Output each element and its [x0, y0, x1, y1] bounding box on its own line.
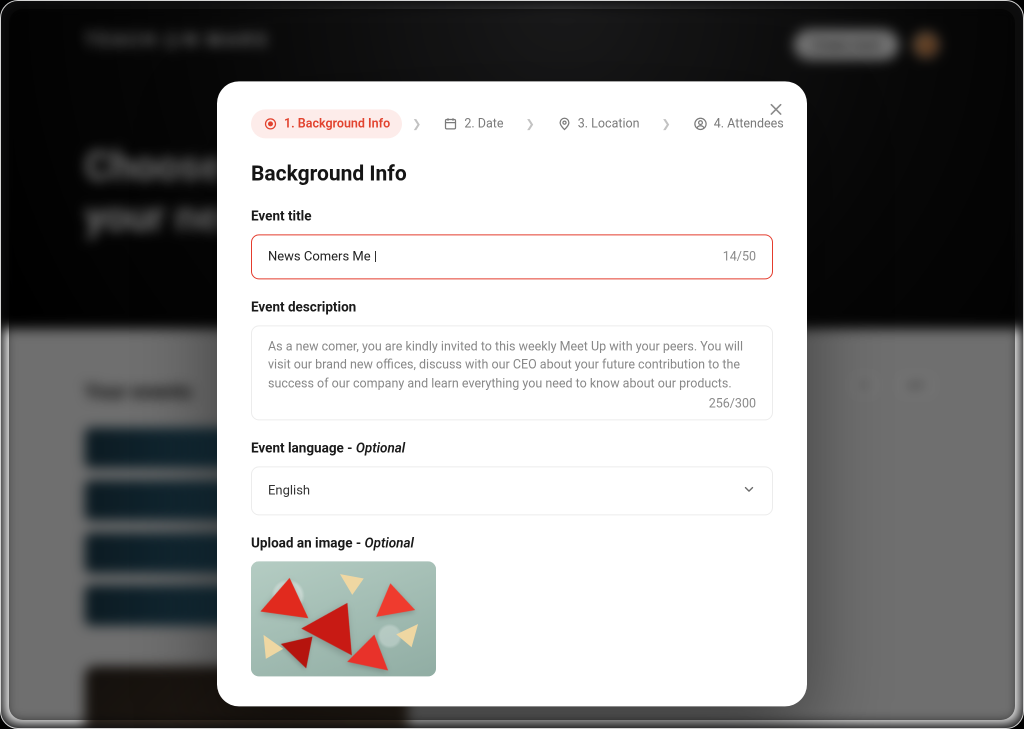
event-title-label: Event title [251, 208, 773, 224]
step-date[interactable]: 2. Date [431, 109, 515, 138]
field-upload-image: Upload an image - Optional [251, 535, 773, 676]
step-background-info[interactable]: 1. Background Info [251, 109, 402, 138]
event-title-input[interactable] [268, 249, 723, 264]
create-event-modal: 1. Background Info ❯ 2. Date ❯ 3. Locati… [217, 81, 807, 706]
step-label: 2. Date [464, 116, 503, 131]
attendees-icon [693, 116, 708, 131]
step-label: 1. Background Info [284, 116, 390, 131]
close-button[interactable] [765, 101, 787, 123]
step-label: 3. Location [578, 116, 640, 131]
close-icon [768, 101, 784, 122]
step-location[interactable]: 3. Location [545, 109, 652, 138]
event-description-text: As a new comer, you are kindly invited t… [268, 338, 756, 394]
uploaded-image-thumbnail[interactable] [251, 561, 436, 676]
calendar-icon [443, 116, 458, 131]
event-description-counter: 256/300 [709, 396, 756, 411]
chevron-right-icon: ❯ [412, 117, 421, 130]
modal-title: Background Info [251, 162, 773, 186]
event-title-counter: 14/50 [723, 249, 756, 264]
stepper: 1. Background Info ❯ 2. Date ❯ 3. Locati… [251, 109, 773, 138]
field-event-title: Event title 14/50 [251, 208, 773, 279]
chevron-right-icon: ❯ [526, 117, 535, 130]
event-description-label: Event description [251, 299, 773, 315]
chevron-right-icon: ❯ [662, 117, 671, 130]
event-language-select[interactable]: English [251, 466, 773, 515]
event-title-input-wrap[interactable]: 14/50 [251, 234, 773, 279]
app-frame: TEACH N MARS Create event Choose e your … [0, 0, 1024, 729]
event-language-label: Event language - Optional [251, 440, 773, 456]
location-icon [557, 116, 572, 131]
upload-image-label: Upload an image - Optional [251, 535, 773, 551]
field-event-description: Event description As a new comer, you ar… [251, 299, 773, 420]
target-icon [263, 116, 278, 131]
field-event-language: Event language - Optional English [251, 440, 773, 515]
event-description-input[interactable]: As a new comer, you are kindly invited t… [251, 325, 773, 420]
chevron-down-icon [742, 481, 756, 500]
event-language-value: English [268, 483, 310, 498]
